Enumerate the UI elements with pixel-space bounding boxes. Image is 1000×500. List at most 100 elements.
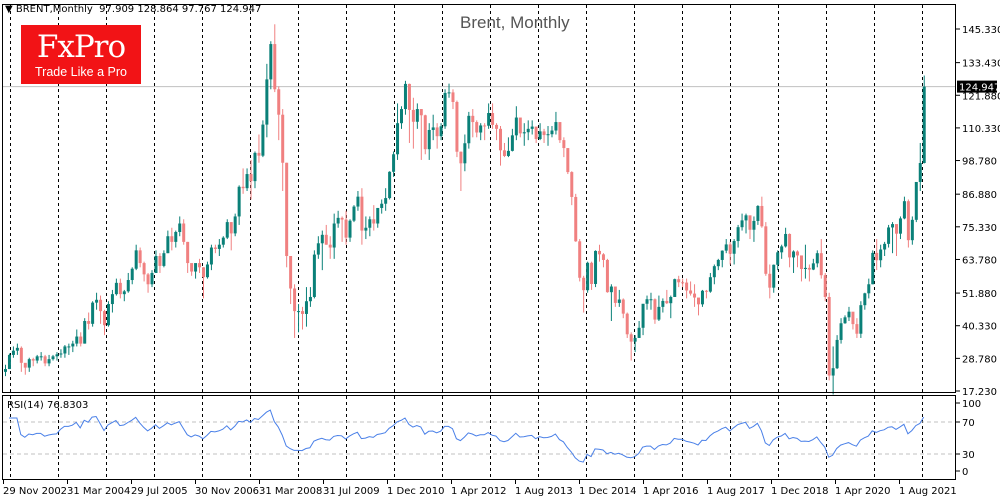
time-tick-label: 1 Apr 2020 (835, 486, 890, 497)
candle-bull (712, 266, 716, 278)
price-tick-label: 63.780 (962, 255, 997, 266)
candle-bear (273, 44, 277, 90)
candle-bull (4, 369, 7, 372)
candle-bull (27, 359, 31, 368)
candle-bull (396, 123, 400, 155)
candle-bear (582, 277, 586, 291)
candle-bear (518, 117, 522, 134)
candle-bull (744, 215, 748, 221)
candle-bear (502, 150, 506, 156)
candle-bull (332, 223, 336, 248)
candle-bull (609, 286, 613, 293)
candle-bear (170, 236, 174, 242)
candle-bull (439, 126, 443, 137)
candle-bear (293, 288, 297, 312)
time-tick-label: 31 Mar 2008 (259, 486, 322, 497)
candle-bear (281, 114, 285, 163)
candle-bear (851, 311, 855, 325)
candle-bear (613, 286, 617, 303)
candle-bull (443, 92, 447, 127)
candle-bull (384, 198, 388, 204)
candle-bull (792, 251, 796, 258)
candle-bull (463, 143, 467, 164)
candle-bull (752, 220, 756, 230)
candle-bear (590, 262, 594, 284)
candle-bear (621, 299, 625, 314)
candle-bull (843, 317, 847, 324)
candle-bear (534, 126, 538, 140)
candle-bull (487, 113, 491, 126)
candle-bear (855, 324, 859, 334)
candle-bull (392, 154, 396, 172)
time-tick-label: 1 Dec 2014 (579, 486, 637, 497)
candle-bull (114, 282, 118, 295)
candle-bull (776, 252, 780, 265)
logo-tagline: Trade Like a Pro (35, 65, 127, 79)
candle-bull (526, 128, 530, 133)
candle-bear (249, 174, 253, 182)
candle-bull (506, 150, 510, 156)
candle-bear (827, 296, 831, 376)
chart-canvas[interactable]: 145.330133.430121.880110.33098.78086.880… (0, 0, 1000, 500)
time-tick-label: 1 Aug 2021 (899, 486, 957, 497)
candle-bull (63, 346, 67, 354)
candle-bear (198, 263, 202, 268)
time-tick-label: 1 Dec 2010 (387, 486, 445, 497)
candle-bear (87, 321, 91, 324)
candle-bull (637, 327, 641, 338)
candle-bull (7, 354, 11, 370)
candle-bear (241, 186, 245, 189)
rsi-axis: 100 70 30 0 (956, 399, 981, 478)
candle-bull (261, 124, 265, 156)
price-tick-label: 75.330 (962, 223, 997, 234)
candle-bull (320, 234, 324, 244)
candle-bear (601, 254, 605, 260)
candle-bear (118, 282, 122, 295)
candle-bull (110, 294, 114, 305)
candle-bull (811, 263, 815, 270)
candle-bull (308, 296, 312, 302)
candle-bull (217, 244, 221, 249)
candle-bear (285, 162, 289, 257)
symbol-name: BRENT,Monthly (15, 4, 93, 15)
candle-bear (665, 300, 669, 304)
rsi-tick-label: 30 (962, 450, 975, 461)
candle-bull (209, 247, 213, 265)
candle-bull (415, 109, 419, 122)
candle-bull (859, 305, 863, 334)
candle-bull (879, 249, 883, 261)
candle-bear (570, 172, 574, 197)
candle-bear (190, 263, 194, 272)
candle-bear (158, 256, 162, 266)
candle-bull (538, 131, 542, 140)
candle-bear (677, 279, 681, 283)
candle-bull (898, 218, 902, 234)
candle-bull (380, 203, 384, 208)
candle-bull (178, 223, 182, 232)
candle-bear (423, 115, 427, 150)
candle-bull (403, 83, 407, 110)
time-tick-label: 29 Nov 2002 (3, 486, 67, 497)
candle-bear (578, 241, 582, 278)
rsi-tick-label: 100 (962, 399, 981, 410)
candle-bull (641, 303, 645, 328)
candle-bull (162, 253, 166, 266)
symbol-header[interactable]: ▼ BRENT,Monthly 97.909 128.864 97.767 12… (5, 4, 261, 15)
candle-bear (471, 115, 475, 123)
candle-bear (257, 152, 261, 156)
price-tick-label: 17.230 (962, 387, 997, 398)
candle-bear (289, 256, 293, 289)
candle-bull (871, 252, 875, 285)
candle-bull (269, 44, 273, 80)
rsi-label: RSI(14) 76.8303 (7, 400, 89, 411)
candle-bear (748, 215, 752, 230)
rsi-tick-label: 70 (962, 418, 975, 429)
candle-bull (150, 272, 154, 285)
candle-bull (784, 233, 788, 247)
candle-bull (126, 280, 130, 292)
candle-bull (740, 220, 744, 228)
candle-bull (356, 196, 360, 207)
candle-bear (186, 241, 190, 264)
candle-bear (328, 244, 332, 248)
dropdown-triangle-icon[interactable]: ▼ (5, 4, 16, 15)
